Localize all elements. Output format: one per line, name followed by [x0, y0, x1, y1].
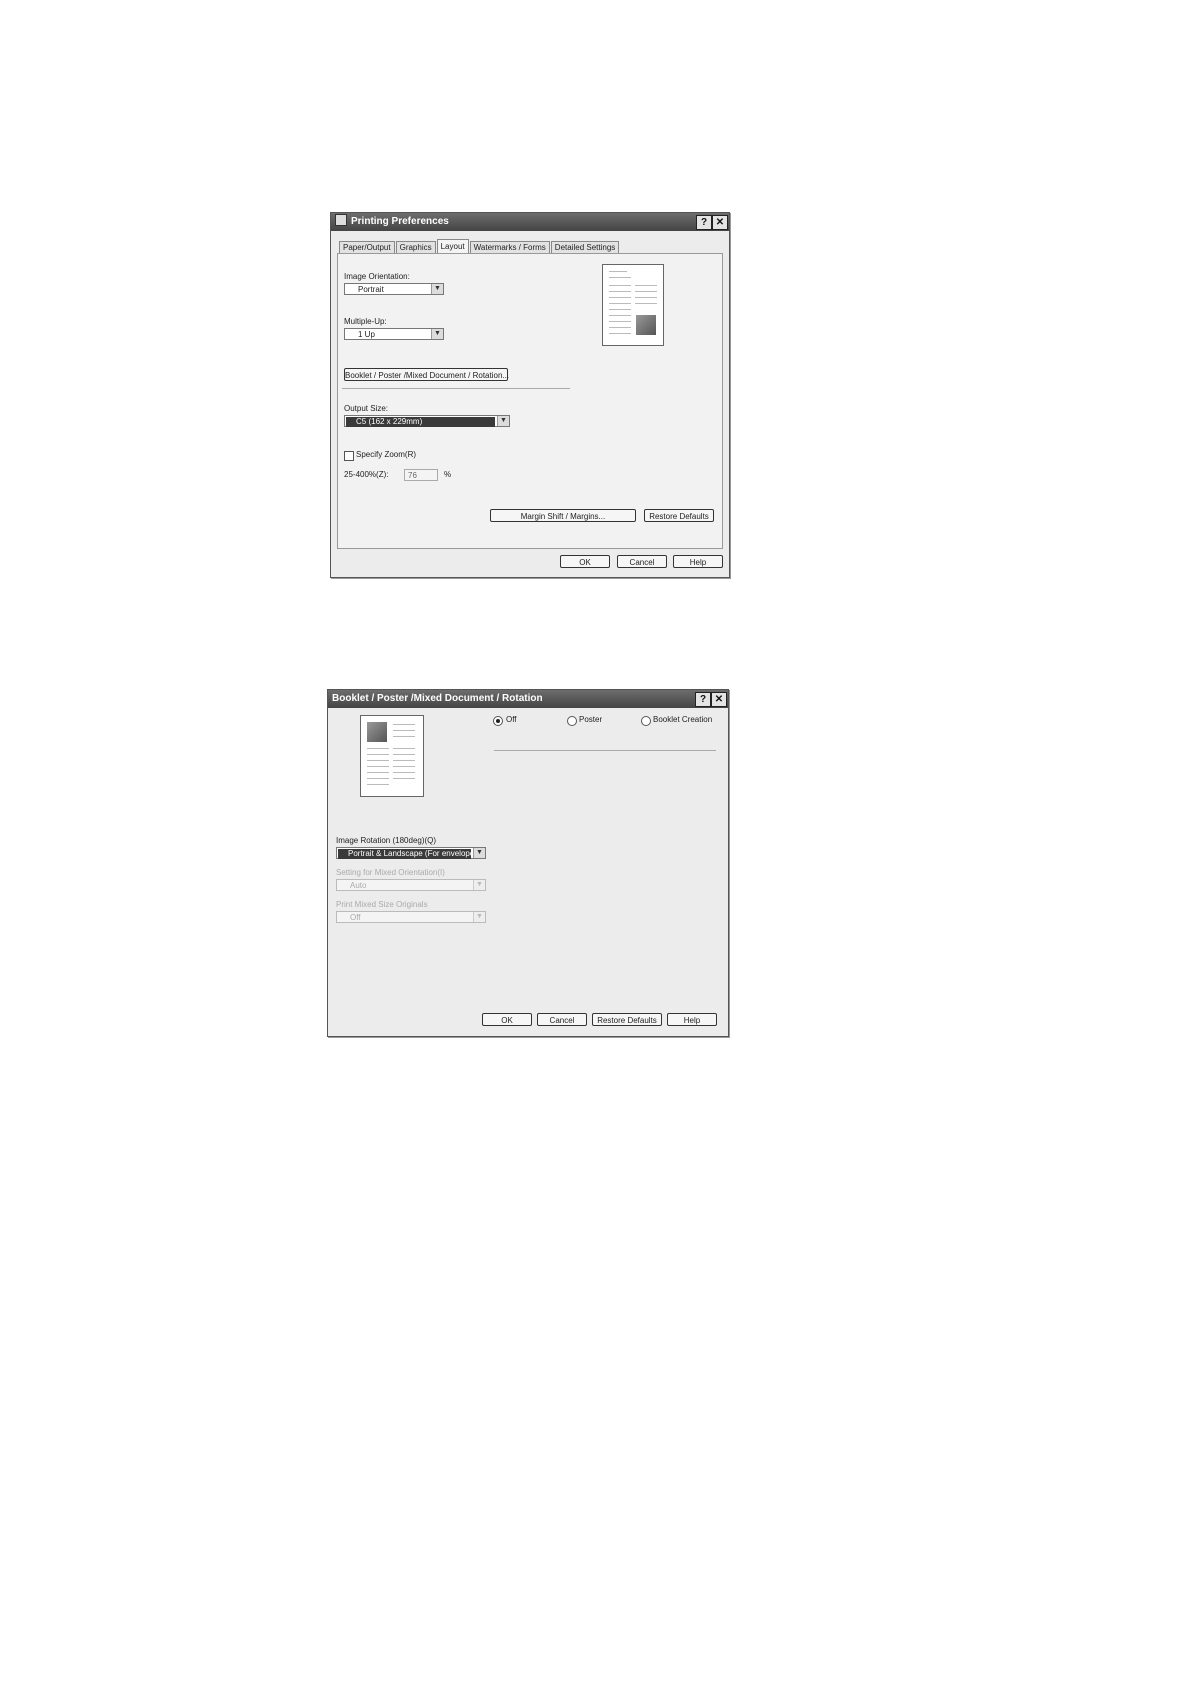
divider [342, 388, 570, 389]
title-bar: Printing Preferences [331, 213, 729, 231]
radio-poster-label: Poster [579, 715, 603, 724]
close-button[interactable]: ✕ [711, 692, 727, 707]
chevron-down-icon: ▼ [431, 284, 443, 294]
chevron-down-icon: ▼ [473, 880, 485, 890]
preview-line [635, 291, 657, 292]
radio-off[interactable] [493, 716, 503, 726]
help-title-button[interactable]: ? [695, 692, 711, 707]
mixed-size-value: Off [350, 913, 361, 922]
specify-zoom-checkbox[interactable] [344, 451, 354, 461]
printer-icon [335, 214, 347, 226]
preview-line [635, 285, 657, 286]
preview-line [609, 309, 631, 310]
multiple-up-value: 1 Up [358, 330, 375, 339]
booklet-poster-button[interactable]: Booklet / Poster /Mixed Document / Rotat… [344, 368, 509, 381]
tab-strip: Paper/Output Graphics Layout Watermarks / F… [339, 239, 620, 254]
preview-line [393, 778, 415, 779]
radio-booklet-creation-label: Booklet Creation [653, 715, 713, 724]
preview-line [609, 285, 631, 286]
preview-line [367, 766, 389, 767]
radio-poster[interactable] [567, 716, 577, 726]
dialog-title: Booklet / Poster /Mixed Document / Rotat… [332, 693, 543, 704]
help-button[interactable]: Help [673, 555, 723, 568]
preview-line [609, 315, 631, 316]
output-size-label: Output Size: [344, 404, 389, 413]
zoom-unit: % [444, 470, 452, 479]
mixed-size-label: Print Mixed Size Originals [336, 900, 428, 909]
zoom-range-label: 25-400%(Z): [344, 470, 389, 479]
image-rotation-label: Image Rotation (180deg)(Q) [336, 836, 437, 845]
radio-booklet-creation[interactable] [641, 716, 651, 726]
page-preview [602, 264, 664, 346]
title-bar: Booklet / Poster /Mixed Document / Rotat… [328, 690, 728, 708]
cancel-button[interactable]: Cancel [617, 555, 667, 568]
cancel-button[interactable]: Cancel [537, 1013, 587, 1026]
image-orientation-value: Portrait [358, 285, 384, 294]
radio-off-label: Off [506, 715, 517, 724]
ok-button[interactable]: OK [482, 1013, 532, 1026]
multiple-up-label: Multiple-Up: [344, 317, 387, 326]
image-rotation-value: Portrait & Landscape (For envelopes) [338, 849, 471, 859]
mixed-orientation-label: Setting for Mixed Orientation(I) [336, 868, 445, 877]
preview-line [609, 291, 631, 292]
preview-line [367, 754, 389, 755]
chevron-down-icon: ▼ [473, 848, 485, 858]
chevron-down-icon: ▼ [497, 416, 509, 426]
preview-line [367, 760, 389, 761]
preview-line [393, 760, 415, 761]
preview-line [367, 778, 389, 779]
close-button[interactable]: ✕ [712, 215, 728, 230]
help-title-button[interactable]: ? [696, 215, 712, 230]
preview-line [367, 772, 389, 773]
output-size-select[interactable]: C5 (162 x 229mm) ▼ [344, 415, 510, 427]
preview-image [636, 315, 656, 335]
help-button[interactable]: Help [667, 1013, 717, 1026]
chevron-down-icon: ▼ [473, 912, 485, 922]
preview-line [609, 327, 631, 328]
booklet-poster-dialog: Booklet / Poster /Mixed Document / Rotat… [327, 689, 729, 1037]
preview-line [635, 303, 657, 304]
mixed-orientation-value: Auto [350, 881, 367, 890]
zoom-input[interactable]: 76 [404, 469, 438, 481]
chevron-down-icon: ▼ [431, 329, 443, 339]
preview-line [609, 303, 631, 304]
output-size-value: C5 (162 x 229mm) [346, 417, 495, 427]
preview-line [393, 754, 415, 755]
preview-line [609, 277, 631, 278]
mixed-orientation-select: Auto ▼ [336, 879, 486, 891]
image-rotation-select[interactable]: Portrait & Landscape (For envelopes) ▼ [336, 847, 486, 859]
preview-line [367, 748, 389, 749]
dialog-title: Printing Preferences [351, 216, 449, 227]
preview-image [367, 722, 387, 742]
page-preview [360, 715, 424, 797]
specify-zoom-label: Specify Zoom(R) [356, 450, 417, 459]
preview-line [609, 321, 631, 322]
divider [494, 750, 716, 751]
preview-line [609, 297, 631, 298]
preview-line [609, 333, 631, 334]
restore-defaults-button[interactable]: Restore Defaults [644, 509, 714, 522]
margin-shift-button[interactable]: Margin Shift / Margins... [490, 509, 636, 522]
ok-button[interactable]: OK [560, 555, 610, 568]
preview-line [393, 748, 415, 749]
mixed-size-select: Off ▼ [336, 911, 486, 923]
preview-line [393, 730, 415, 731]
image-orientation-select[interactable]: Portrait ▼ [344, 283, 444, 295]
tab-layout[interactable]: Layout [436, 239, 469, 254]
layout-panel: Image Orientation: Portrait ▼ Multiple-U… [337, 253, 723, 549]
preview-line [367, 784, 389, 785]
multiple-up-select[interactable]: 1 Up ▼ [344, 328, 444, 340]
restore-defaults-button[interactable]: Restore Defaults [592, 1013, 662, 1026]
preview-line [609, 271, 627, 272]
preview-line [393, 766, 415, 767]
preview-line [393, 724, 415, 725]
preview-line [393, 772, 415, 773]
preview-line [635, 297, 657, 298]
preview-line [393, 736, 415, 737]
image-orientation-label: Image Orientation: [344, 272, 410, 281]
printing-preferences-dialog: Printing Preferences ? ✕ Paper/Output Gra… [330, 212, 730, 578]
